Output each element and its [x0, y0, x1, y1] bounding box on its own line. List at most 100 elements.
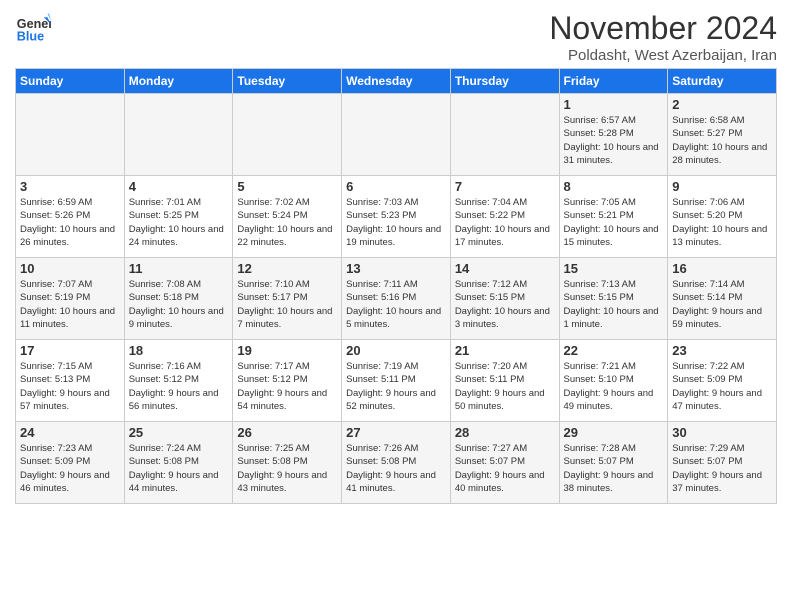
col-wednesday: Wednesday	[342, 69, 451, 94]
day-cell: 2 Sunrise: 6:58 AM Sunset: 5:27 PM Daylig…	[668, 94, 777, 176]
day-info: Sunrise: 7:05 AM Sunset: 5:21 PM Dayligh…	[564, 196, 664, 249]
day-info: Sunrise: 7:17 AM Sunset: 5:12 PM Dayligh…	[237, 360, 337, 413]
day-cell: 21 Sunrise: 7:20 AM Sunset: 5:11 PM Dayli…	[450, 340, 559, 422]
day-cell: 29Sunrise: 7:28 AM Sunset: 5:07 PM Dayli…	[559, 422, 668, 504]
day-cell	[16, 94, 125, 176]
day-number: 20	[346, 343, 446, 358]
day-cell: 12 Sunrise: 7:10 AM Sunset: 5:17 PM Dayli…	[233, 258, 342, 340]
day-cell	[450, 94, 559, 176]
day-cell	[342, 94, 451, 176]
col-monday: Monday	[124, 69, 233, 94]
day-info: Sunrise: 7:24 AM Sunset: 5:08 PM Dayligh…	[129, 442, 229, 495]
day-cell: 25 Sunrise: 7:24 AM Sunset: 5:08 PM Dayli…	[124, 422, 233, 504]
col-saturday: Saturday	[668, 69, 777, 94]
day-number: 17	[20, 343, 120, 358]
day-number: 25	[129, 425, 229, 440]
page-subtitle: Poldasht, West Azerbaijan, Iran	[549, 47, 777, 64]
day-cell: 15 Sunrise: 7:13 AM Sunset: 5:15 PM Dayli…	[559, 258, 668, 340]
day-number: 11	[129, 261, 229, 276]
day-number: 14	[455, 261, 555, 276]
day-cell: 4Sunrise: 7:01 AM Sunset: 5:25 PM Daylig…	[124, 176, 233, 258]
day-number: 15	[564, 261, 664, 276]
day-info: Sunrise: 7:16 AM Sunset: 5:12 PM Dayligh…	[129, 360, 229, 413]
week-row-5: 24 Sunrise: 7:23 AM Sunset: 5:09 PM Dayli…	[16, 422, 777, 504]
day-info: Sunrise: 7:08 AM Sunset: 5:18 PM Dayligh…	[129, 278, 229, 331]
day-info: Sunrise: 7:11 AM Sunset: 5:16 PM Dayligh…	[346, 278, 446, 331]
day-number: 24	[20, 425, 120, 440]
day-number: 12	[237, 261, 337, 276]
day-cell: 14 Sunrise: 7:12 AM Sunset: 5:15 PM Dayli…	[450, 258, 559, 340]
col-sunday: Sunday	[16, 69, 125, 94]
header-row: Sunday Monday Tuesday Wednesday Thursday…	[16, 69, 777, 94]
day-info: Sunrise: 7:27 AM Sunset: 5:07 PM Dayligh…	[455, 442, 555, 495]
title-section: November 2024 Poldasht, West Azerbaijan,…	[549, 10, 777, 64]
day-info: Sunrise: 7:12 AM Sunset: 5:15 PM Dayligh…	[455, 278, 555, 331]
day-cell	[233, 94, 342, 176]
day-number: 21	[455, 343, 555, 358]
day-number: 19	[237, 343, 337, 358]
col-tuesday: Tuesday	[233, 69, 342, 94]
page-title: November 2024	[549, 10, 777, 47]
day-cell: 18 Sunrise: 7:16 AM Sunset: 5:12 PM Dayli…	[124, 340, 233, 422]
day-cell: 22 Sunrise: 7:21 AM Sunset: 5:10 PM Dayli…	[559, 340, 668, 422]
day-number: 22	[564, 343, 664, 358]
col-friday: Friday	[559, 69, 668, 94]
day-number: 16	[672, 261, 772, 276]
day-info: Sunrise: 7:06 AM Sunset: 5:20 PM Dayligh…	[672, 196, 772, 249]
day-cell: 7 Sunrise: 7:04 AM Sunset: 5:22 PM Daylig…	[450, 176, 559, 258]
day-number: 8	[564, 179, 664, 194]
day-info: Sunrise: 7:03 AM Sunset: 5:23 PM Dayligh…	[346, 196, 446, 249]
day-number: 30	[672, 425, 772, 440]
day-info: Sunrise: 7:14 AM Sunset: 5:14 PM Dayligh…	[672, 278, 772, 331]
day-number: 2	[672, 97, 772, 112]
day-number: 3	[20, 179, 120, 194]
day-number: 9	[672, 179, 772, 194]
day-number: 7	[455, 179, 555, 194]
day-cell: 20 Sunrise: 7:19 AM Sunset: 5:11 PM Dayli…	[342, 340, 451, 422]
day-info: Sunrise: 7:21 AM Sunset: 5:10 PM Dayligh…	[564, 360, 664, 413]
day-info: Sunrise: 6:59 AM Sunset: 5:26 PM Dayligh…	[20, 196, 120, 249]
day-cell: 5Sunrise: 7:02 AM Sunset: 5:24 PM Daylig…	[233, 176, 342, 258]
day-cell: 23Sunrise: 7:22 AM Sunset: 5:09 PM Dayli…	[668, 340, 777, 422]
day-info: Sunrise: 7:20 AM Sunset: 5:11 PM Dayligh…	[455, 360, 555, 413]
day-info: Sunrise: 6:57 AM Sunset: 5:28 PM Dayligh…	[564, 114, 664, 167]
day-number: 28	[455, 425, 555, 440]
day-number: 6	[346, 179, 446, 194]
day-info: Sunrise: 7:07 AM Sunset: 5:19 PM Dayligh…	[20, 278, 120, 331]
svg-text:Blue: Blue	[17, 30, 44, 44]
day-cell: 11 Sunrise: 7:08 AM Sunset: 5:18 PM Dayli…	[124, 258, 233, 340]
week-row-2: 3 Sunrise: 6:59 AM Sunset: 5:26 PM Daylig…	[16, 176, 777, 258]
day-cell: 27 Sunrise: 7:26 AM Sunset: 5:08 PM Dayli…	[342, 422, 451, 504]
day-info: Sunrise: 7:01 AM Sunset: 5:25 PM Dayligh…	[129, 196, 229, 249]
day-info: Sunrise: 7:02 AM Sunset: 5:24 PM Dayligh…	[237, 196, 337, 249]
day-info: Sunrise: 6:58 AM Sunset: 5:27 PM Dayligh…	[672, 114, 772, 167]
day-number: 18	[129, 343, 229, 358]
logo-icon: General Blue	[15, 10, 51, 46]
day-cell: 28 Sunrise: 7:27 AM Sunset: 5:07 PM Dayli…	[450, 422, 559, 504]
header: General Blue November 2024 Poldasht, Wes…	[15, 10, 777, 64]
week-row-1: 1Sunrise: 6:57 AM Sunset: 5:28 PM Daylig…	[16, 94, 777, 176]
day-number: 26	[237, 425, 337, 440]
day-info: Sunrise: 7:26 AM Sunset: 5:08 PM Dayligh…	[346, 442, 446, 495]
logo: General Blue	[15, 10, 51, 46]
day-number: 27	[346, 425, 446, 440]
day-info: Sunrise: 7:22 AM Sunset: 5:09 PM Dayligh…	[672, 360, 772, 413]
day-info: Sunrise: 7:23 AM Sunset: 5:09 PM Dayligh…	[20, 442, 120, 495]
week-row-3: 10Sunrise: 7:07 AM Sunset: 5:19 PM Dayli…	[16, 258, 777, 340]
day-cell: 30Sunrise: 7:29 AM Sunset: 5:07 PM Dayli…	[668, 422, 777, 504]
day-cell: 1Sunrise: 6:57 AM Sunset: 5:28 PM Daylig…	[559, 94, 668, 176]
col-thursday: Thursday	[450, 69, 559, 94]
day-cell: 16 Sunrise: 7:14 AM Sunset: 5:14 PM Dayli…	[668, 258, 777, 340]
day-cell: 8 Sunrise: 7:05 AM Sunset: 5:21 PM Daylig…	[559, 176, 668, 258]
day-cell	[124, 94, 233, 176]
day-info: Sunrise: 7:13 AM Sunset: 5:15 PM Dayligh…	[564, 278, 664, 331]
day-info: Sunrise: 7:10 AM Sunset: 5:17 PM Dayligh…	[237, 278, 337, 331]
day-info: Sunrise: 7:15 AM Sunset: 5:13 PM Dayligh…	[20, 360, 120, 413]
day-cell: 19 Sunrise: 7:17 AM Sunset: 5:12 PM Dayli…	[233, 340, 342, 422]
day-info: Sunrise: 7:19 AM Sunset: 5:11 PM Dayligh…	[346, 360, 446, 413]
day-info: Sunrise: 7:04 AM Sunset: 5:22 PM Dayligh…	[455, 196, 555, 249]
calendar-table: Sunday Monday Tuesday Wednesday Thursday…	[15, 68, 777, 504]
day-cell: 3 Sunrise: 6:59 AM Sunset: 5:26 PM Daylig…	[16, 176, 125, 258]
day-number: 29	[564, 425, 664, 440]
day-cell: 17 Sunrise: 7:15 AM Sunset: 5:13 PM Dayli…	[16, 340, 125, 422]
